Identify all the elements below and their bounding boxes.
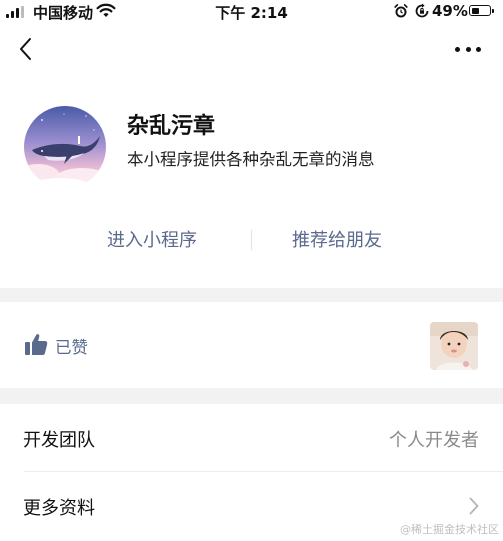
nav-bar bbox=[0, 24, 503, 76]
rotation-lock-icon bbox=[415, 3, 429, 18]
battery-fill bbox=[471, 7, 480, 14]
chevron-left-icon[interactable] bbox=[14, 36, 38, 62]
watermark: @稀土掘金技术社区 bbox=[400, 523, 499, 536]
more-info-label: 更多资料 bbox=[23, 498, 95, 519]
developer-team-value: 个人开发者 bbox=[389, 430, 479, 451]
alarm-icon bbox=[394, 4, 408, 18]
child-photo-icon bbox=[430, 322, 478, 370]
more-dots-icon[interactable] bbox=[455, 44, 481, 54]
action-bar: 进入小程序 推荐给朋友 bbox=[0, 216, 503, 260]
like-row: 已赞 bbox=[0, 302, 503, 388]
app-avatar bbox=[24, 106, 106, 188]
developer-team-row[interactable]: 开发团队 个人开发者 bbox=[0, 404, 503, 472]
liker-avatar[interactable] bbox=[430, 322, 478, 370]
battery-icon bbox=[469, 5, 494, 16]
developer-team-label: 开发团队 bbox=[23, 430, 95, 451]
whale-sky-icon bbox=[24, 106, 106, 188]
app-name: 杂乱污章 bbox=[127, 114, 216, 139]
screen: 中国移动 下午 2:14 49% 杂乱污章 本小程序提供各种杂乱无章的消息 进入… bbox=[0, 0, 503, 541]
status-bar: 中国移动 下午 2:14 49% bbox=[0, 0, 503, 24]
app-description: 本小程序提供各种杂乱无章的消息 bbox=[127, 150, 375, 169]
mini-program-profile: 杂乱污章 本小程序提供各种杂乱无章的消息 进入小程序 推荐给朋友 bbox=[0, 76, 503, 288]
enter-mini-program-button[interactable]: 进入小程序 bbox=[107, 226, 197, 252]
action-divider bbox=[251, 230, 252, 250]
chevron-right-icon bbox=[469, 497, 479, 515]
recommend-to-friend-button[interactable]: 推荐给朋友 bbox=[292, 226, 382, 252]
thumbs-up-icon[interactable] bbox=[24, 332, 48, 356]
battery-percent: 49% bbox=[432, 2, 468, 20]
liked-label[interactable]: 已赞 bbox=[55, 334, 88, 358]
